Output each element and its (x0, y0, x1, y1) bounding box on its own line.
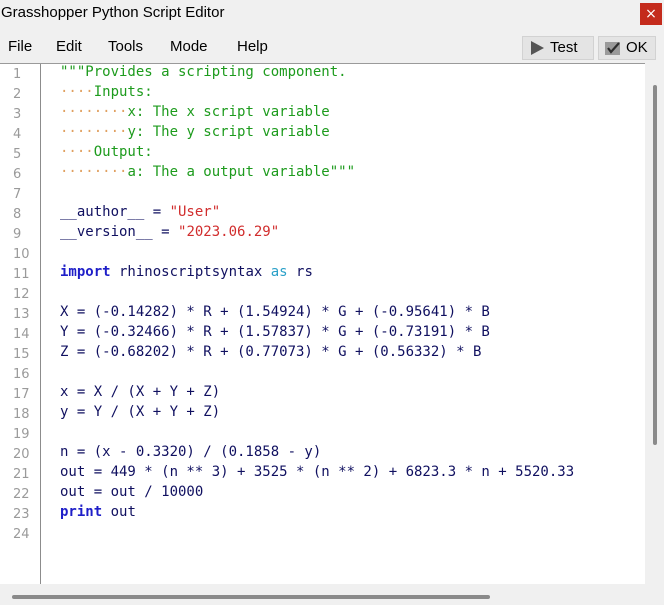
keyword: print (60, 504, 103, 520)
line-number: 20 (13, 447, 30, 462)
line-number: 7 (13, 187, 22, 202)
line-number: 8 (13, 207, 22, 222)
code-line: ····Output: (60, 144, 153, 160)
line-number: 24 (13, 527, 30, 542)
line-number: 13 (13, 307, 30, 322)
whitespace-dots: ···· (60, 144, 94, 160)
keyword: as (270, 264, 288, 280)
line-number: 4 (13, 127, 22, 142)
line-number: 3 (13, 107, 22, 122)
code-line: __author__ = "User" (60, 204, 220, 220)
ok-label: OK (626, 39, 648, 56)
code-line: ········y: The y script variable (60, 124, 330, 140)
code-line: print out (60, 504, 136, 520)
close-button[interactable]: × (640, 3, 662, 25)
line-number: 16 (13, 367, 30, 382)
code-line: y = Y / (X + Y + Z) (60, 404, 221, 420)
line-number: 17 (13, 387, 30, 402)
string-literal: "User" (169, 204, 221, 220)
code-line: ········a: The a output variable""" (60, 164, 355, 180)
line-number: 15 (13, 347, 30, 362)
docstring-text: Output: (93, 144, 153, 160)
line-number: 10 (13, 247, 30, 262)
code-line: Y = (-0.32466) * R + (1.57837) * G + (-0… (60, 324, 490, 340)
code-text: __author__ = (60, 204, 170, 220)
ok-button[interactable]: OK (598, 36, 656, 60)
code-text: __version__ = (60, 224, 179, 240)
window-title: Grasshopper Python Script Editor (1, 4, 225, 21)
docstring-text: a: The a output variable""" (127, 164, 356, 180)
docstring-text: x: The x script variable (127, 104, 330, 120)
whitespace-dots: ···· (60, 84, 94, 100)
title-bar: Grasshopper Python Script Editor × (0, 0, 664, 30)
whitespace-dots: ········ (60, 164, 128, 180)
test-label: Test (550, 39, 578, 56)
play-icon (531, 41, 544, 55)
docstring-text: Inputs: (93, 84, 153, 100)
code-line: Z = (-0.68202) * R + (0.77073) * G + (0.… (60, 344, 482, 360)
whitespace-dots: ········ (60, 124, 128, 140)
line-number: 9 (13, 227, 22, 242)
menu-tools[interactable]: Tools (108, 38, 143, 55)
code-editor[interactable]: 1 2 3 4 5 6 7 8 9 10 11 12 13 14 15 16 1… (0, 63, 645, 585)
line-number: 2 (13, 87, 22, 102)
code-line: out = 449 * (n ** 3) + 3525 * (n ** 2) +… (60, 464, 575, 480)
code-line: ····Inputs: (60, 84, 153, 100)
docstring-text: y: The y script variable (127, 124, 330, 140)
code-line: x = X / (X + Y + Z) (60, 384, 221, 400)
whitespace-dots: ········ (60, 104, 128, 120)
vertical-scrollbar[interactable] (645, 63, 664, 584)
line-number: 23 (13, 507, 30, 522)
menu-mode[interactable]: Mode (170, 38, 208, 55)
code-line: import rhinoscriptsyntax as rs (60, 264, 313, 280)
checkmark-icon (605, 42, 620, 55)
code-text: rs (287, 264, 313, 280)
line-number: 14 (13, 327, 30, 342)
line-number: 22 (13, 487, 30, 502)
menu-help[interactable]: Help (237, 38, 268, 55)
horizontal-scroll-thumb[interactable] (12, 595, 490, 599)
code-line: __version__ = "2023.06.29" (60, 224, 279, 240)
string-literal: "2023.06.29" (178, 224, 280, 240)
gutter-divider (40, 64, 41, 585)
line-number: 11 (13, 267, 30, 282)
vertical-scroll-thumb[interactable] (653, 85, 657, 445)
line-number: 18 (13, 407, 30, 422)
docstring-text: """Provides a scripting component. (60, 64, 347, 80)
menu-bar: File Edit Tools Mode Help Test OK (0, 32, 664, 62)
code-line: ········x: The x script variable (60, 104, 330, 120)
line-number: 5 (13, 147, 22, 162)
line-number: 12 (13, 287, 30, 302)
horizontal-scrollbar[interactable] (0, 584, 664, 605)
code-line: n = (x - 0.3320) / (0.1858 - y) (60, 444, 322, 460)
menu-file[interactable]: File (8, 38, 32, 55)
line-number: 21 (13, 467, 30, 482)
code-line: out = out / 10000 (60, 484, 204, 500)
code-text: out (102, 504, 136, 520)
code-text: rhinoscriptsyntax (110, 264, 271, 280)
menu-edit[interactable]: Edit (56, 38, 82, 55)
code-line: """Provides a scripting component. (60, 64, 347, 80)
keyword: import (60, 264, 111, 280)
test-button[interactable]: Test (522, 36, 594, 60)
code-line: X = (-0.14282) * R + (1.54924) * G + (-0… (60, 304, 490, 320)
line-number: 6 (13, 167, 22, 182)
line-number: 1 (13, 67, 22, 82)
line-number: 19 (13, 427, 30, 442)
